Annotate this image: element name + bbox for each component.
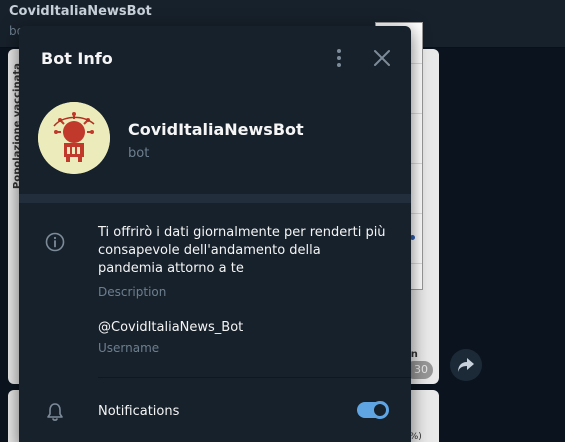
- bot-name: CovidItaliaNewsBot: [128, 120, 304, 139]
- share-button[interactable]: [450, 349, 482, 381]
- modal-header: Bot Info: [19, 26, 411, 88]
- bell-icon: [47, 403, 63, 421]
- divider: [98, 377, 411, 378]
- more-vertical-icon: [337, 49, 341, 53]
- close-button[interactable]: [372, 48, 392, 68]
- bot-info-modal: Bot Info CovidItaliaNewsBot bot Ti offri…: [19, 26, 411, 442]
- bot-logo-icon: [38, 102, 110, 174]
- modal-title: Bot Info: [41, 49, 113, 68]
- bot-description[interactable]: Ti offrirò i dati giornalmente per rende…: [98, 224, 388, 278]
- bell-icon-wrapper: [46, 402, 64, 422]
- close-icon: [374, 50, 390, 66]
- section-divider: [19, 194, 411, 203]
- username-label: Username: [98, 341, 160, 355]
- description-label: Description: [98, 285, 167, 299]
- share-icon: [458, 358, 474, 372]
- chat-title[interactable]: CovidItaliaNewsBot: [9, 4, 152, 19]
- avatar[interactable]: [38, 102, 110, 174]
- bot-username[interactable]: @CovidItaliaNews_Bot: [98, 320, 243, 335]
- info-icon-wrapper: [45, 232, 65, 252]
- info-icon: [45, 232, 65, 252]
- bot-status: bot: [128, 146, 150, 161]
- more-options-button[interactable]: [329, 48, 349, 68]
- bot-profile: CovidItaliaNewsBot bot: [19, 88, 411, 194]
- notifications-toggle[interactable]: [357, 401, 389, 419]
- toggle-knob: [371, 401, 389, 419]
- notifications-label: Notifications: [98, 404, 180, 419]
